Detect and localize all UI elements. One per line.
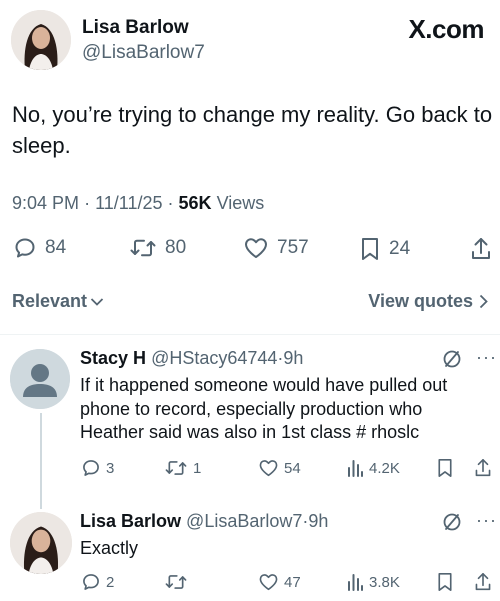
author-name[interactable]: Lisa Barlow	[82, 17, 189, 39]
brand-logo-text: X.com	[408, 14, 484, 44]
share-upload-icon	[474, 571, 492, 593]
views-count: 3.8K	[369, 573, 400, 591]
views-label: Views	[216, 193, 265, 213]
bookmark-button[interactable]: 24	[359, 236, 410, 262]
views-button[interactable]: 3.8K	[346, 572, 400, 592]
bookmark-button[interactable]	[436, 457, 454, 479]
speech-bubble-icon	[81, 458, 101, 478]
heart-icon	[243, 236, 269, 260]
share-button[interactable]	[474, 457, 492, 479]
grok-slash-icon[interactable]	[442, 349, 462, 369]
meta-separator: ·	[84, 193, 91, 213]
reply-header: Lisa Barlow @LisaBarlow7·9h	[80, 511, 328, 532]
reply-author-handle[interactable]: @LisaBarlow7	[186, 511, 302, 531]
tweet-meta: 9:04 PM · 11/11/25 · 56K Views	[12, 193, 264, 214]
reply-avatar-default[interactable]	[10, 349, 70, 409]
repost-button[interactable]	[164, 572, 193, 592]
reply-time[interactable]: 9h	[308, 511, 328, 531]
reply-text: Exactly	[80, 538, 139, 558]
reply-author-name[interactable]: Stacy H	[80, 348, 146, 368]
view-quotes-link[interactable]: View quotes	[368, 291, 488, 312]
chevron-down-icon	[90, 297, 104, 307]
share-button[interactable]	[470, 236, 492, 262]
more-dots-icon[interactable]: ···	[476, 347, 497, 368]
repost-arrows-icon	[164, 458, 188, 478]
divider	[0, 334, 500, 335]
reply-count: 3	[106, 459, 115, 477]
tweet-date[interactable]: 11/11/25	[95, 193, 162, 213]
sort-dropdown[interactable]: Relevant	[12, 291, 104, 312]
reply-count: 2	[106, 573, 115, 591]
repost-arrows-icon	[164, 572, 188, 592]
reply-time[interactable]: 9h	[283, 348, 303, 368]
sort-label: Relevant	[12, 291, 88, 311]
grok-slash-icon[interactable]	[442, 512, 462, 532]
views-count: 4.2K	[369, 459, 400, 477]
tweet-text: No, you’re trying to change my reality. …	[12, 102, 493, 158]
bar-chart-icon	[346, 572, 364, 592]
like-count: 54	[284, 459, 301, 477]
reply-button[interactable]: 84	[13, 236, 66, 260]
repost-count: 1	[193, 459, 202, 477]
author-avatar[interactable]	[11, 10, 71, 70]
like-count: 757	[277, 237, 309, 258]
chevron-right-icon	[479, 294, 488, 309]
author-handle[interactable]: @LisaBarlow7	[82, 42, 205, 64]
reply-author-name[interactable]: Lisa Barlow	[80, 511, 181, 531]
view-quotes-label: View quotes	[368, 291, 473, 311]
tweet-time[interactable]: 9:04 PM	[12, 193, 79, 213]
more-dots-icon[interactable]: ···	[476, 510, 497, 531]
reply-author-handle[interactable]: @HStacy64744	[151, 348, 277, 368]
speech-bubble-icon	[13, 236, 37, 260]
meta-separator: ·	[167, 193, 174, 213]
repost-count: 80	[165, 237, 187, 258]
bookmark-icon	[359, 236, 381, 262]
heart-icon	[258, 572, 279, 592]
reply-header: Stacy H @HStacy64744·9h	[80, 348, 303, 369]
bookmark-count: 24	[389, 238, 411, 259]
thread-line	[40, 413, 42, 509]
bookmark-icon	[436, 457, 454, 479]
reply-button[interactable]: 3	[81, 458, 114, 478]
repost-arrows-icon	[129, 236, 157, 260]
share-upload-icon	[470, 236, 492, 262]
bookmark-icon	[436, 571, 454, 593]
heart-icon	[258, 458, 279, 478]
reply-count: 84	[45, 237, 67, 258]
like-count: 47	[284, 573, 301, 591]
like-button[interactable]: 47	[258, 572, 301, 592]
views-count: 56K	[178, 193, 212, 213]
bookmark-button[interactable]	[436, 571, 454, 593]
share-button[interactable]	[474, 571, 492, 593]
like-button[interactable]: 54	[258, 458, 301, 478]
repost-button[interactable]: 1	[164, 458, 201, 478]
reply-avatar[interactable]	[10, 512, 72, 574]
repost-button[interactable]: 80	[129, 236, 186, 260]
reply-text: If it happened someone would have pulled…	[80, 375, 448, 442]
views-button[interactable]: 4.2K	[346, 458, 400, 478]
share-upload-icon	[474, 457, 492, 479]
like-button[interactable]: 757	[243, 236, 309, 260]
speech-bubble-icon	[81, 572, 101, 592]
bar-chart-icon	[346, 458, 364, 478]
reply-button[interactable]: 2	[81, 572, 114, 592]
